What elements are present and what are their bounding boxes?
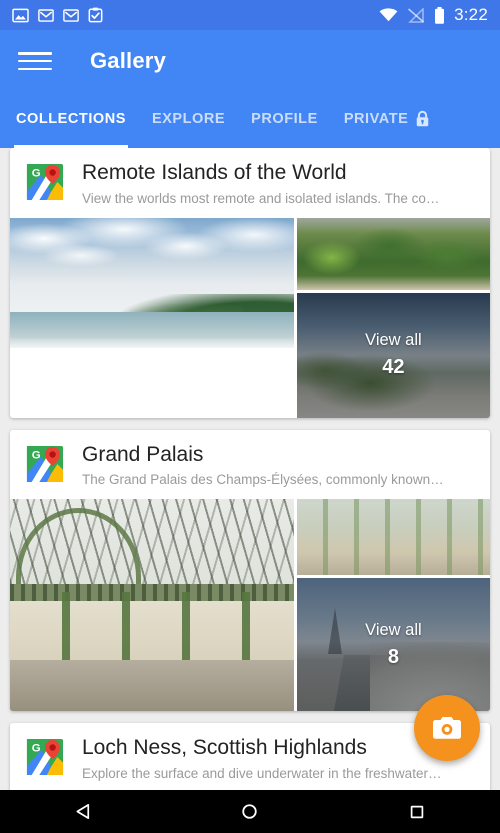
gmail-icon-2 (63, 8, 79, 22)
app-bar-top-row: Gallery (0, 30, 500, 92)
card-text-block: Grand Palais The Grand Palais des Champs… (82, 443, 476, 488)
battery-icon (435, 6, 445, 24)
tab-explore-label: EXPLORE (151, 111, 226, 127)
tab-collections-label: COLLECTIONS (16, 111, 126, 127)
page-title: Gallery (90, 48, 167, 73)
collections-scroll-list[interactable]: G Remote Islands of the World View the w… (0, 148, 500, 790)
photo-view-all-tile[interactable]: View all 42 (296, 292, 490, 418)
recents-square-icon (410, 805, 423, 818)
google-maps-icon: G (26, 445, 64, 483)
google-maps-icon: G (26, 738, 64, 776)
signal-off-icon (408, 7, 425, 23)
android-navigation-bar (0, 790, 500, 833)
back-triangle-icon (76, 803, 89, 820)
app-root: 3:22 Gallery COLLECTIONS EXPLORE PROFILE… (0, 0, 500, 833)
photo-grid: View all 8 (10, 499, 490, 712)
photo-grid: View all 42 (10, 217, 490, 418)
hamburger-menu-icon[interactable] (18, 48, 52, 74)
photo-side-column: View all 42 (296, 217, 490, 418)
view-all-count: 8 (387, 645, 399, 668)
back-button[interactable] (53, 790, 113, 833)
tab-collections[interactable]: COLLECTIONS (14, 92, 128, 148)
svg-text:G: G (32, 742, 41, 754)
gmail-icon (38, 8, 54, 22)
collection-card[interactable]: G Grand Palais The Grand Palais des Cham… (10, 429, 490, 712)
photo-side-top[interactable] (296, 217, 490, 290)
view-all-overlay[interactable]: View all 8 (296, 578, 490, 712)
view-all-label: View all (365, 620, 422, 639)
svg-text:G: G (32, 449, 41, 461)
card-subtitle: The Grand Palais des Champs-Élysées, com… (82, 472, 444, 488)
grand-palais-interior-colonnade-photo (296, 499, 490, 576)
tab-profile-label: PROFILE (251, 111, 318, 127)
card-header[interactable]: G Grand Palais The Grand Palais des Cham… (10, 430, 490, 500)
card-header[interactable]: G Remote Islands of the World View the w… (10, 148, 490, 218)
status-bar-system-icons: 3:22 (379, 5, 488, 25)
wifi-icon (379, 7, 398, 21)
tab-profile[interactable]: PROFILE (251, 92, 318, 148)
photo-main[interactable] (10, 217, 294, 418)
google-maps-icon: G (26, 163, 64, 201)
rocky-beach-with-green-hills-photo (10, 217, 294, 418)
app-bar: Gallery COLLECTIONS EXPLORE PROFILE PRIV… (0, 30, 500, 148)
photo-side-column: View all 8 (296, 499, 490, 712)
tab-bar: COLLECTIONS EXPLORE PROFILE PRIVATE (0, 92, 500, 148)
card-subtitle: Explore the surface and dive underwater … (82, 765, 442, 781)
card-subtitle: View the worlds most remote and isolated… (82, 190, 440, 206)
clipboard-check-icon (88, 7, 103, 23)
home-circle-icon (242, 804, 258, 819)
view-all-overlay[interactable]: View all 42 (296, 292, 490, 418)
view-all-count: 42 (382, 356, 405, 379)
lock-icon (417, 110, 429, 127)
card-title: Grand Palais (82, 442, 204, 466)
home-button[interactable] (220, 790, 280, 833)
grand-palais-glass-nave-interior-photo (10, 499, 294, 712)
status-bar-clock: 3:22 (454, 5, 488, 24)
tab-private[interactable]: PRIVATE (344, 92, 432, 148)
photo-main[interactable] (10, 499, 294, 712)
camera-icon (433, 717, 461, 739)
photo-side-top[interactable] (296, 499, 490, 576)
photo-view-all-tile[interactable]: View all 8 (296, 578, 490, 712)
card-text-block: Remote Islands of the World View the wor… (82, 161, 476, 206)
status-bar-notification-icons (12, 7, 103, 23)
tab-private-label: PRIVATE (343, 111, 409, 127)
image-icon (12, 8, 29, 22)
status-bar: 3:22 (0, 0, 500, 30)
card-title: Remote Islands of the World (82, 161, 347, 184)
camera-fab-button[interactable] (414, 695, 480, 761)
view-all-label: View all (365, 331, 422, 350)
recents-button[interactable] (387, 790, 447, 833)
collection-card[interactable]: G Remote Islands of the World View the w… (10, 148, 490, 418)
svg-text:G: G (32, 167, 41, 179)
tropical-vegetation-photo (296, 217, 490, 290)
tab-explore[interactable]: EXPLORE (152, 92, 225, 148)
